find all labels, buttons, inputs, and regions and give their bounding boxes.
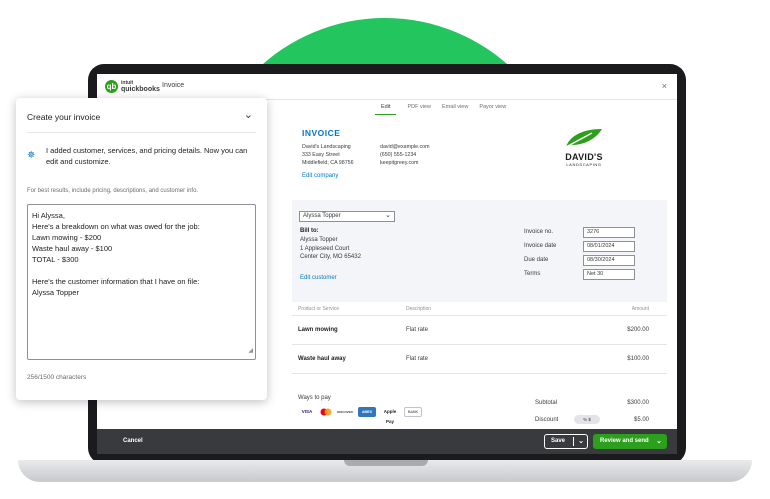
edit-customer-link[interactable]: Edit customer xyxy=(300,275,337,281)
invoice-date-field[interactable]: 08/01/2024 xyxy=(583,241,635,252)
prompt-line: Hi Alyssa, xyxy=(32,211,65,220)
line-item-amount: $200.00 xyxy=(627,327,649,333)
brand-name: DAVID'S xyxy=(565,152,603,162)
tab-edit[interactable]: Edit xyxy=(375,104,397,115)
line-item-row[interactable]: Lawn mowing Flat rate $200.00 xyxy=(292,315,667,343)
prompt-line: Lawn mowing - $200 xyxy=(32,233,102,242)
footer-bar: Cancel Save ⌄ Review and send ⌄ xyxy=(97,429,677,454)
chevron-down-icon[interactable]: ⌄ xyxy=(578,435,584,448)
logo-quickbooks-text: quickbooks xyxy=(121,86,160,93)
line-item-description: Flat rate xyxy=(406,356,429,362)
company-website: keepitgreey.com xyxy=(380,160,419,166)
assistant-message: I added customer, services, and pricing … xyxy=(46,146,248,166)
bill-to-street: 1 Appleseed Court xyxy=(300,245,350,252)
mastercard-icon xyxy=(320,407,332,417)
apple-pay-icon: Apple Pay xyxy=(383,409,397,424)
chevron-down-icon[interactable]: ⌄ xyxy=(656,434,662,449)
discover-icon: DISCOVER xyxy=(337,410,353,414)
panel-divider xyxy=(27,132,256,133)
column-description: Description xyxy=(406,306,432,312)
bill-to-heading: Bill to: xyxy=(300,228,319,234)
company-phone: (650) 555-1234 xyxy=(380,152,417,158)
invoice-title: INVOICE xyxy=(302,128,341,138)
billing-section: Alyssa Topper ⌄ Bill to: Alyssa Topper 1… xyxy=(292,200,667,302)
line-item-description: Flat rate xyxy=(406,327,429,333)
prompt-line: TOTAL - $300 xyxy=(32,255,79,264)
window-title: Invoice xyxy=(162,82,185,89)
character-count: 256/1500 characters xyxy=(27,374,87,381)
edit-company-link[interactable]: Edit company xyxy=(302,173,338,179)
window-topbar: qb intuit quickbooks Invoice × xyxy=(97,74,677,100)
discount-value: $5.00 xyxy=(633,417,649,423)
create-invoice-panel: Create your invoice ⌄ ✵ I added customer… xyxy=(16,98,267,400)
column-product: Product or Service xyxy=(298,306,340,312)
payment-methods: VISA DISCOVER AMEX Apple Pay BANK xyxy=(298,407,422,424)
collapse-chevron-icon[interactable]: ⌄ xyxy=(244,108,253,121)
ways-to-pay-heading: Ways to pay xyxy=(298,395,331,401)
invoice-number-label: Invoice no. xyxy=(524,229,554,235)
ai-sparkle-icon: ✵ xyxy=(27,150,36,161)
invoice-date-label: Invoice date xyxy=(524,243,557,249)
prompt-line: Waste haul away - $100 xyxy=(32,244,113,253)
laptop-notch xyxy=(344,460,428,466)
due-date-label: Due date xyxy=(524,257,549,263)
save-button[interactable]: Save ⌄ xyxy=(544,434,588,449)
company-name: David's Landscaping xyxy=(302,144,351,150)
terms-label: Terms xyxy=(524,271,541,277)
company-street: 333 Easy Street xyxy=(302,152,340,158)
prompt-line: Here's the customer information that I h… xyxy=(32,277,200,286)
customer-select[interactable]: Alyssa Topper ⌄ xyxy=(299,211,395,222)
invoice-number-field[interactable]: 3276 xyxy=(583,227,635,238)
company-email: david@example.com xyxy=(380,144,430,150)
tab-email-view[interactable]: Email view xyxy=(442,104,468,115)
brand-subtitle: LANDSCAPING xyxy=(566,162,602,167)
prompt-textarea[interactable]: Hi Alyssa, Here's a breakdown on what wa… xyxy=(27,204,256,360)
company-logo: DAVID'S LANDSCAPING xyxy=(554,127,614,167)
subtotal-label: Subtotal xyxy=(535,400,558,406)
line-item-name: Lawn mowing xyxy=(298,327,338,333)
prompt-line xyxy=(32,265,251,276)
tab-payor-view[interactable]: Payor view xyxy=(479,104,506,115)
close-icon[interactable]: × xyxy=(662,81,667,91)
tab-pdf-view[interactable]: PDF view xyxy=(407,104,431,115)
discount-label: Discount xyxy=(535,417,559,423)
invoice-document: INVOICE David's Landscaping 333 Easy Str… xyxy=(292,118,667,436)
panel-title: Create your invoice xyxy=(27,112,101,122)
review-button-label: Review and send xyxy=(600,438,649,444)
quickbooks-logo: qb intuit quickbooks xyxy=(105,80,160,93)
customer-select-value: Alyssa Topper xyxy=(303,213,341,219)
resize-handle-icon[interactable]: ◢ xyxy=(248,346,253,357)
bill-to-address: Alyssa Topper 1 Appleseed Court Center C… xyxy=(300,236,361,262)
bill-to-city: Center City, MO 65432 xyxy=(300,254,361,260)
cancel-button[interactable]: Cancel xyxy=(123,438,143,444)
company-city: Middlefield, CA 98756 xyxy=(302,160,354,166)
amex-icon: AMEX xyxy=(358,407,376,417)
prompt-line: Here's a breakdown on what was owed for … xyxy=(32,222,200,231)
company-contact: david@example.com (650) 555-1234 keepitg… xyxy=(380,143,430,167)
prompt-hint: For best results, include pricing, descr… xyxy=(27,188,199,194)
due-date-field[interactable]: 08/30/2024 xyxy=(583,255,635,266)
prompt-line: Alyssa Topper xyxy=(32,288,79,297)
view-tabs: Edit PDF view Email view Payor view xyxy=(375,104,506,115)
line-item-amount: $100.00 xyxy=(627,356,649,362)
subtotal-value: $300.00 xyxy=(627,400,649,406)
terms-field[interactable]: Net 30 xyxy=(583,269,635,280)
column-amount: Amount xyxy=(631,306,649,312)
save-button-label: Save xyxy=(551,438,566,444)
chevron-down-icon: ⌄ xyxy=(385,212,391,219)
line-item-row[interactable]: Waste haul away Flat rate $100.00 xyxy=(292,344,667,372)
bank-icon: BANK xyxy=(404,407,422,417)
line-items-divider xyxy=(292,373,667,374)
leaf-icon xyxy=(565,129,602,148)
review-and-send-button[interactable]: Review and send ⌄ xyxy=(593,434,667,449)
visa-icon: VISA xyxy=(301,409,313,414)
line-item-name: Waste haul away xyxy=(298,356,346,362)
discount-type-toggle[interactable]: % $ xyxy=(574,415,600,424)
bill-to-name: Alyssa Topper xyxy=(300,237,338,243)
company-address: David's Landscaping 333 Easy Street Midd… xyxy=(302,143,354,167)
quickbooks-logo-icon: qb xyxy=(105,80,118,93)
